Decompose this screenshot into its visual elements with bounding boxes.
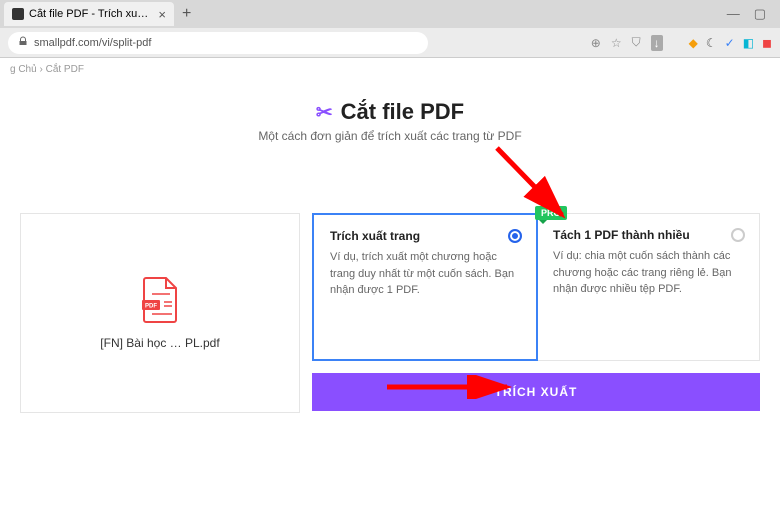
- ext-icon-5[interactable]: ◼: [762, 36, 772, 50]
- url-text: smallpdf.com/vi/split-pdf: [34, 37, 151, 49]
- download-icon[interactable]: ↓: [651, 35, 663, 51]
- browser-tab[interactable]: Cắt file PDF - Trích xuất trang ×: [4, 2, 174, 26]
- option-desc: Ví dụ: chia một cuốn sách thành các chươ…: [553, 248, 743, 298]
- pro-badge: PRO: [535, 206, 567, 220]
- minimize-button[interactable]: —: [727, 6, 740, 22]
- address-bar: smallpdf.com/vi/split-pdf ⊕ ☆ ⛉ ↓ ◆ ☾ ✓ …: [0, 28, 780, 58]
- page-subtitle: Một cách đơn giản để trích xuất các tran…: [20, 129, 760, 143]
- option-title: Tách 1 PDF thành nhiều: [553, 228, 743, 242]
- scissors-icon: ✂: [316, 100, 333, 125]
- new-tab-button[interactable]: +: [182, 5, 191, 23]
- ext-icon-1[interactable]: ◆: [689, 36, 698, 50]
- close-icon[interactable]: ×: [158, 7, 166, 22]
- shield-icon[interactable]: ⛉: [632, 35, 641, 50]
- svg-text:PDF: PDF: [145, 304, 157, 310]
- ext-icon-2[interactable]: ☾: [706, 36, 717, 50]
- ext-icon-4[interactable]: ◧: [743, 36, 754, 50]
- tab-title: Cắt file PDF - Trích xuất trang: [29, 8, 152, 20]
- page-title: ✂ Cắt file PDF: [20, 99, 760, 125]
- extract-button[interactable]: TRÍCH XUẤT: [312, 373, 760, 411]
- pdf-file-icon: PDF: [140, 276, 180, 324]
- ext-icon-3[interactable]: ✓: [725, 36, 735, 50]
- option-split-pdf[interactable]: PRO Tách 1 PDF thành nhiều Ví dụ: chia m…: [537, 214, 759, 360]
- tab-bar: Cắt file PDF - Trích xuất trang × + — ▢: [0, 0, 780, 28]
- maximize-button[interactable]: ▢: [754, 6, 766, 22]
- breadcrumb: g Chủ › Cắt PDF: [0, 58, 780, 81]
- star-icon[interactable]: ☆: [611, 36, 622, 50]
- file-panel: PDF [FN] Bài học … PL.pdf: [20, 213, 300, 413]
- url-input[interactable]: smallpdf.com/vi/split-pdf: [8, 32, 428, 54]
- lock-icon: [18, 36, 28, 49]
- radio-unselected-icon: [731, 228, 745, 242]
- translate-icon[interactable]: ⊕: [591, 36, 601, 50]
- option-title: Trích xuất trang: [330, 229, 520, 243]
- favicon: [12, 8, 24, 20]
- breadcrumb-current: Cắt PDF: [46, 64, 84, 75]
- radio-selected-icon: [508, 229, 522, 243]
- file-name: [FN] Bài học … PL.pdf: [100, 336, 219, 350]
- breadcrumb-home[interactable]: g Chủ: [10, 64, 37, 75]
- option-extract-pages[interactable]: Trích xuất trang Ví dụ, trích xuất một c…: [312, 213, 538, 361]
- option-desc: Ví dụ, trích xuất một chương hoặc trang …: [330, 249, 520, 299]
